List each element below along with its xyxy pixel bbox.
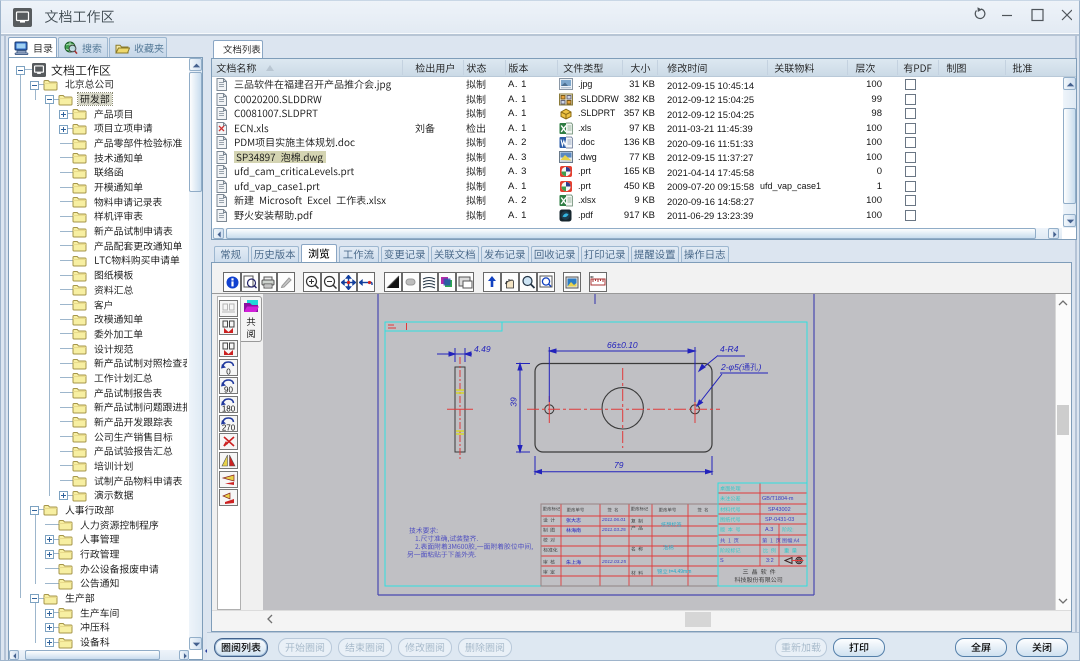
svg-text:90: 90: [224, 385, 233, 394]
svg-text:0: 0: [226, 367, 231, 376]
svg-text:270: 270: [222, 423, 236, 432]
svg-text:180: 180: [222, 404, 236, 413]
